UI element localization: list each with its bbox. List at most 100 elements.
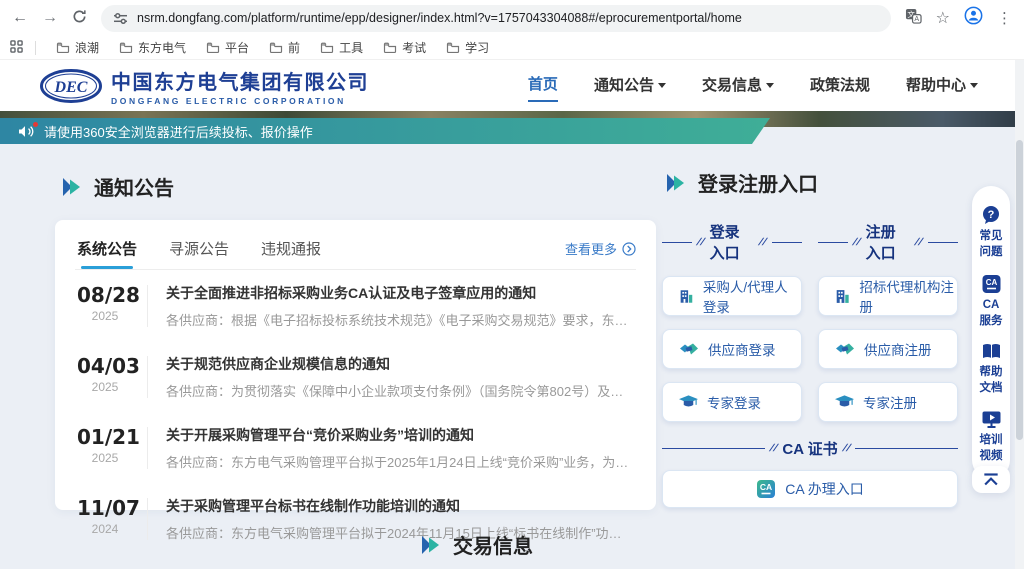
expert-login-button[interactable]: 专家登录 <box>662 382 802 422</box>
decor-slashes: // <box>841 443 852 454</box>
site-settings-icon[interactable] <box>113 12 128 25</box>
profile-avatar-icon[interactable] <box>964 6 983 30</box>
browser-notice-banner: 请使用360安全浏览器进行后续投标、报价操作 <box>0 118 770 144</box>
date-year: 2025 <box>77 309 133 323</box>
announcement-title[interactable]: 关于规范供应商企业规模信息的通知 <box>166 354 634 374</box>
chevron-down-icon <box>970 83 978 88</box>
announcement-row[interactable]: 01/21 2025 关于开展采购管理平台“竞价采购业务”培训的通知 各供应商：… <box>75 412 636 483</box>
tab-system-notices[interactable]: 系统公告 <box>75 234 139 269</box>
divider <box>147 427 148 469</box>
section-arrow-icon <box>421 536 441 554</box>
decor-line <box>818 242 848 243</box>
page-body: DEC 中国东方电气集团有限公司 DONGFANG ELECTRIC CORPO… <box>0 60 1024 569</box>
bookmark-label: 东方电气 <box>138 39 186 56</box>
bidding-agency-register-button[interactable]: 招标代理机构注册 <box>818 276 958 316</box>
back-to-top-button[interactable] <box>972 466 1010 493</box>
ca-icon: CA <box>981 274 1002 294</box>
faq-tool[interactable]: ? 常见问题 <box>978 198 1004 267</box>
supplier-register-button[interactable]: 供应商注册 <box>818 329 958 369</box>
nav-policies[interactable]: 政策法规 <box>810 74 870 101</box>
bookmark-folder-langchao[interactable]: 浪潮 <box>48 37 107 58</box>
announcement-row[interactable]: 08/28 2025 关于全面推进非招标采购业务CA认证及电子签章应用的通知 各… <box>75 270 636 341</box>
bookmarks-bar: 浪潮 东方电气 平台 前 工具 考试 学习 <box>0 36 1024 60</box>
date-year: 2025 <box>77 380 133 394</box>
apps-grid-icon[interactable] <box>10 40 23 56</box>
ca-apply-entry-button[interactable]: CA CA 办理入口 <box>662 470 958 508</box>
button-label: 供应商登录 <box>708 339 776 359</box>
section-arrow-icon <box>666 174 686 192</box>
folder-icon <box>56 42 70 53</box>
announcement-title[interactable]: 关于采购管理平台标书在线制作功能培训的通知 <box>166 496 634 516</box>
training-videos-tool[interactable]: 培训视频 <box>978 403 1004 471</box>
ca-service-tool[interactable]: CA CA服务 <box>978 267 1004 336</box>
nav-label: 首页 <box>528 73 558 94</box>
announcement-date: 08/28 2025 <box>77 283 133 323</box>
login-register-section-title: 登录注册入口 <box>666 168 958 197</box>
bookmark-label: 浪潮 <box>75 39 99 56</box>
bookmark-folder-kaoshi[interactable]: 考试 <box>375 37 434 58</box>
nav-announcements[interactable]: 通知公告 <box>594 74 666 101</box>
chevron-down-icon <box>766 83 774 88</box>
main-content: 通知公告 系统公告 寻源公告 违规通报 查看更多 08/28 2025 关于 <box>0 144 1024 569</box>
svg-text:DEC: DEC <box>54 79 88 96</box>
graduation-cap-icon <box>679 394 698 410</box>
divider <box>147 356 148 398</box>
bookmark-label: 前 <box>288 39 300 56</box>
alert-dot <box>33 122 38 127</box>
decor-slashes: // <box>914 237 925 248</box>
ca-badge-icon: CA <box>756 479 776 499</box>
page-scrollbar[interactable] <box>1015 60 1024 569</box>
chevron-down-icon <box>658 83 666 88</box>
company-logo[interactable]: DEC 中国东方电气集团有限公司 DONGFANG ELECTRIC CORPO… <box>40 66 369 106</box>
bookmark-folder-gongju[interactable]: 工具 <box>312 37 371 58</box>
building-icon <box>679 288 694 305</box>
button-label: 专家注册 <box>863 392 917 412</box>
folder-icon <box>383 42 397 53</box>
svg-text:?: ? <box>988 209 995 221</box>
tool-label: 培训视频 <box>978 433 1004 464</box>
svg-text:CA: CA <box>760 482 772 492</box>
button-label: 供应商注册 <box>864 339 932 359</box>
bookmark-folder-dongfang[interactable]: 东方电气 <box>111 37 194 58</box>
date-monthday: 11/07 <box>77 496 133 520</box>
expert-register-button[interactable]: 专家注册 <box>818 382 958 422</box>
bookmark-folder-xuexi[interactable]: 学习 <box>438 37 497 58</box>
trade-info-section-title: 交易信息 <box>0 530 954 559</box>
supplier-login-button[interactable]: 供应商登录 <box>662 329 802 369</box>
book-icon <box>981 343 1002 361</box>
folder-icon <box>446 42 460 53</box>
bookmark-folder-pingtai[interactable]: 平台 <box>198 37 257 58</box>
help-docs-tool[interactable]: 帮助文档 <box>978 336 1004 403</box>
translate-icon[interactable]: 文A <box>905 8 922 29</box>
announcement-title[interactable]: 关于全面推进非招标采购业务CA认证及电子签章应用的通知 <box>166 283 634 303</box>
login-header-text: 登录入口 <box>710 221 755 263</box>
nav-trade-info[interactable]: 交易信息 <box>702 74 774 101</box>
video-icon <box>981 410 1002 429</box>
scrollbar-thumb[interactable] <box>1016 140 1023 440</box>
address-bar[interactable]: nsrm.dongfang.com/platform/runtime/epp/d… <box>101 5 891 32</box>
nav-home[interactable]: 首页 <box>528 73 558 102</box>
tab-violation-reports[interactable]: 违规通报 <box>259 234 323 269</box>
announcement-row[interactable]: 04/03 2025 关于规范供应商企业规模信息的通知 各供应商：为贯彻落实《保… <box>75 341 636 412</box>
chrome-menu-icon[interactable]: ⋮ <box>997 9 1012 27</box>
reload-icon[interactable] <box>72 9 87 28</box>
nav-help-center[interactable]: 帮助中心 <box>906 74 978 101</box>
section-arrow-icon <box>62 178 82 196</box>
speaker-icon <box>18 125 34 138</box>
date-year: 2025 <box>77 451 133 465</box>
date-monthday: 01/21 <box>77 425 133 449</box>
decor-line <box>772 242 802 243</box>
bookmark-label: 工具 <box>339 39 363 56</box>
announcements-card: 系统公告 寻源公告 违规通报 查看更多 08/28 2025 关于全面推进非招标… <box>55 220 656 510</box>
back-icon[interactable]: ← <box>12 10 28 26</box>
question-icon: ? <box>980 205 1002 225</box>
graduation-cap-icon <box>835 394 854 410</box>
purchaser-agent-login-button[interactable]: 采购人/代理人登录 <box>662 276 802 316</box>
view-more-link[interactable]: 查看更多 <box>565 239 636 264</box>
announcement-title[interactable]: 关于开展采购管理平台“竞价采购业务”培训的通知 <box>166 425 634 445</box>
bookmark-folder-qian[interactable]: 前 <box>261 37 308 58</box>
url-text[interactable]: nsrm.dongfang.com/platform/runtime/epp/d… <box>137 11 742 25</box>
bookmark-star-icon[interactable]: ☆ <box>936 8 950 28</box>
tab-sourcing-notices[interactable]: 寻源公告 <box>167 234 231 269</box>
forward-icon[interactable]: → <box>42 10 58 26</box>
